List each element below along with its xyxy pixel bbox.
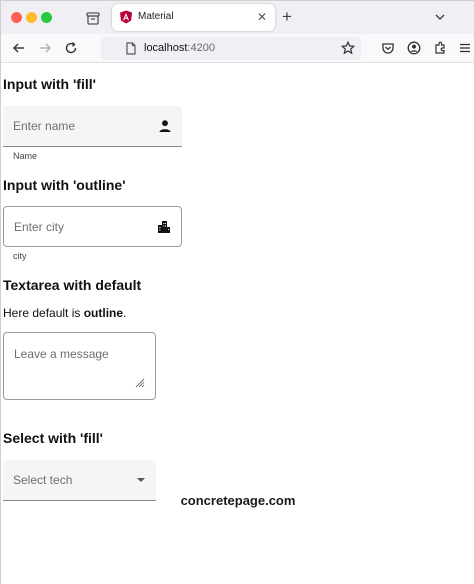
tab-title: Material: [138, 11, 174, 22]
desc-bold: outline: [83, 306, 124, 320]
city-input-field[interactable]: Enter city: [3, 206, 182, 247]
city-input[interactable]: Enter city: [14, 220, 64, 234]
pocket-icon[interactable]: [381, 41, 395, 55]
resize-grip-icon[interactable]: [135, 378, 145, 388]
hamburger-icon[interactable]: [458, 41, 472, 55]
tab-list-icon[interactable]: [85, 10, 101, 26]
message-textarea[interactable]: Leave a message: [14, 347, 109, 361]
fill-input-heading: Input with 'fill': [3, 76, 96, 92]
chevron-down-icon[interactable]: [433, 10, 447, 24]
desc-prefix: Here default is: [3, 306, 84, 320]
back-arrow-icon[interactable]: [12, 41, 26, 55]
url-port: :4200: [187, 42, 215, 54]
page-icon[interactable]: [125, 42, 137, 55]
outline-input-heading: Input with 'outline': [3, 177, 126, 193]
active-tab[interactable]: Material ✕: [112, 4, 275, 31]
close-window-button[interactable]: [11, 12, 22, 23]
nav-bar: localhost:4200: [1, 34, 474, 63]
url-bar[interactable]: localhost:4200: [101, 37, 361, 60]
watermark: concretepage.com: [180, 493, 296, 508]
url-text[interactable]: localhost:4200: [144, 42, 215, 54]
message-textarea-field[interactable]: Leave a message: [3, 332, 156, 400]
maximize-window-button[interactable]: [41, 12, 52, 23]
minimize-window-button[interactable]: [26, 12, 37, 23]
close-tab-icon[interactable]: ✕: [257, 10, 267, 24]
textarea-heading: Textarea with default: [3, 277, 142, 293]
account-icon[interactable]: [407, 41, 421, 55]
angular-favicon: [120, 10, 132, 24]
name-hint: Name: [13, 151, 38, 161]
url-host: localhost: [144, 42, 188, 54]
name-input[interactable]: Enter name: [13, 119, 75, 133]
select-heading: Select with 'fill': [3, 430, 104, 446]
reload-icon[interactable]: [64, 41, 78, 55]
new-tab-button[interactable]: +: [282, 7, 292, 27]
dropdown-arrow-icon[interactable]: [137, 478, 145, 482]
city-hint: city: [13, 251, 27, 261]
star-icon[interactable]: [341, 41, 355, 55]
textarea-description: Here default is outline.: [3, 306, 126, 320]
browser-window: Material ✕ + localhost:4200 Input with '…: [0, 0, 474, 584]
tab-strip: Material ✕ +: [1, 1, 474, 34]
city-icon: [158, 221, 170, 233]
person-icon: [159, 120, 171, 132]
desc-suffix: .: [123, 306, 127, 320]
tech-select-value[interactable]: Select tech: [13, 473, 72, 487]
forward-arrow-icon[interactable]: [38, 41, 52, 55]
name-input-field[interactable]: Enter name: [3, 106, 182, 147]
extensions-icon[interactable]: [433, 41, 447, 55]
